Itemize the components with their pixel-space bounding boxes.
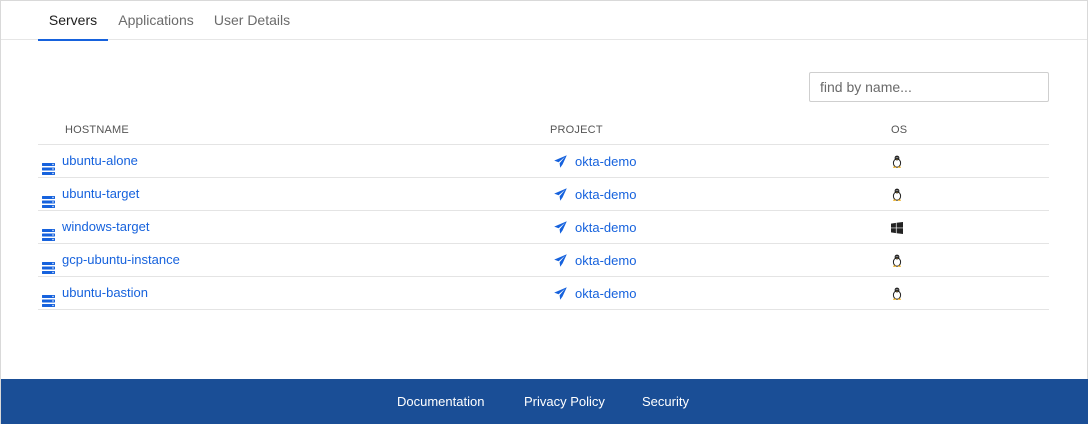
tab-user-details[interactable]: User Details: [207, 1, 297, 40]
search-input[interactable]: [809, 72, 1049, 102]
project-cell[interactable]: okta-demo: [554, 244, 636, 276]
footer: Documentation Privacy Policy Security: [1, 379, 1088, 424]
app-frame: Servers Applications User Details HOSTNA…: [0, 0, 1088, 424]
server-icon: [42, 254, 55, 274]
table-row: windows-target okta-demo: [38, 211, 1049, 244]
os-cell: [891, 244, 903, 276]
hostname-cell[interactable]: windows-target: [42, 211, 149, 243]
column-header-hostname[interactable]: HOSTNAME: [65, 124, 129, 136]
os-cell: [891, 145, 903, 177]
servers-table: HOSTNAME PROJECT OS ubuntu-alone okta-de…: [38, 113, 1049, 310]
windows-icon: [891, 221, 903, 234]
os-cell: [891, 277, 903, 309]
footer-link-privacy-policy[interactable]: Privacy Policy: [524, 379, 605, 424]
hostname-link[interactable]: gcp-ubuntu-instance: [62, 244, 180, 276]
hostname-cell[interactable]: gcp-ubuntu-instance: [42, 244, 180, 276]
server-icon: [42, 221, 55, 241]
hostname-link[interactable]: ubuntu-target: [62, 178, 139, 210]
hostname-link[interactable]: ubuntu-bastion: [62, 277, 148, 309]
table-row: ubuntu-alone okta-demo: [38, 145, 1049, 178]
linux-icon: [891, 188, 903, 201]
project-link[interactable]: okta-demo: [575, 220, 636, 235]
paper-plane-icon: [554, 253, 567, 267]
os-cell: [891, 211, 903, 243]
footer-link-documentation[interactable]: Documentation: [397, 379, 484, 424]
paper-plane-icon: [554, 220, 567, 234]
project-cell[interactable]: okta-demo: [554, 145, 636, 177]
server-icon: [42, 287, 55, 307]
tab-bar: Servers Applications User Details: [1, 1, 1087, 41]
paper-plane-icon: [554, 154, 567, 168]
project-cell[interactable]: okta-demo: [554, 277, 636, 309]
linux-icon: [891, 287, 903, 300]
hostname-cell[interactable]: ubuntu-target: [42, 178, 139, 210]
hostname-cell[interactable]: ubuntu-alone: [42, 145, 138, 177]
project-link[interactable]: okta-demo: [575, 187, 636, 202]
project-link[interactable]: okta-demo: [575, 154, 636, 169]
hostname-link[interactable]: ubuntu-alone: [62, 145, 138, 177]
project-cell[interactable]: okta-demo: [554, 211, 636, 243]
project-link[interactable]: okta-demo: [575, 286, 636, 301]
os-cell: [891, 178, 903, 210]
hostname-cell[interactable]: ubuntu-bastion: [42, 277, 148, 309]
hostname-link[interactable]: windows-target: [62, 211, 149, 243]
column-header-os[interactable]: OS: [891, 124, 907, 136]
tab-applications[interactable]: Applications: [109, 1, 203, 40]
footer-link-security[interactable]: Security: [642, 379, 689, 424]
linux-icon: [891, 155, 903, 168]
project-link[interactable]: okta-demo: [575, 253, 636, 268]
server-icon: [42, 155, 55, 175]
table-header: HOSTNAME PROJECT OS: [38, 113, 1049, 145]
server-icon: [42, 188, 55, 208]
table-row: ubuntu-bastion okta-demo: [38, 277, 1049, 310]
table-row: ubuntu-target okta-demo: [38, 178, 1049, 211]
project-cell[interactable]: okta-demo: [554, 178, 636, 210]
table-row: gcp-ubuntu-instance okta-demo: [38, 244, 1049, 277]
column-header-project[interactable]: PROJECT: [550, 124, 603, 136]
linux-icon: [891, 254, 903, 267]
tab-servers[interactable]: Servers: [38, 1, 108, 41]
paper-plane-icon: [554, 187, 567, 201]
paper-plane-icon: [554, 286, 567, 300]
